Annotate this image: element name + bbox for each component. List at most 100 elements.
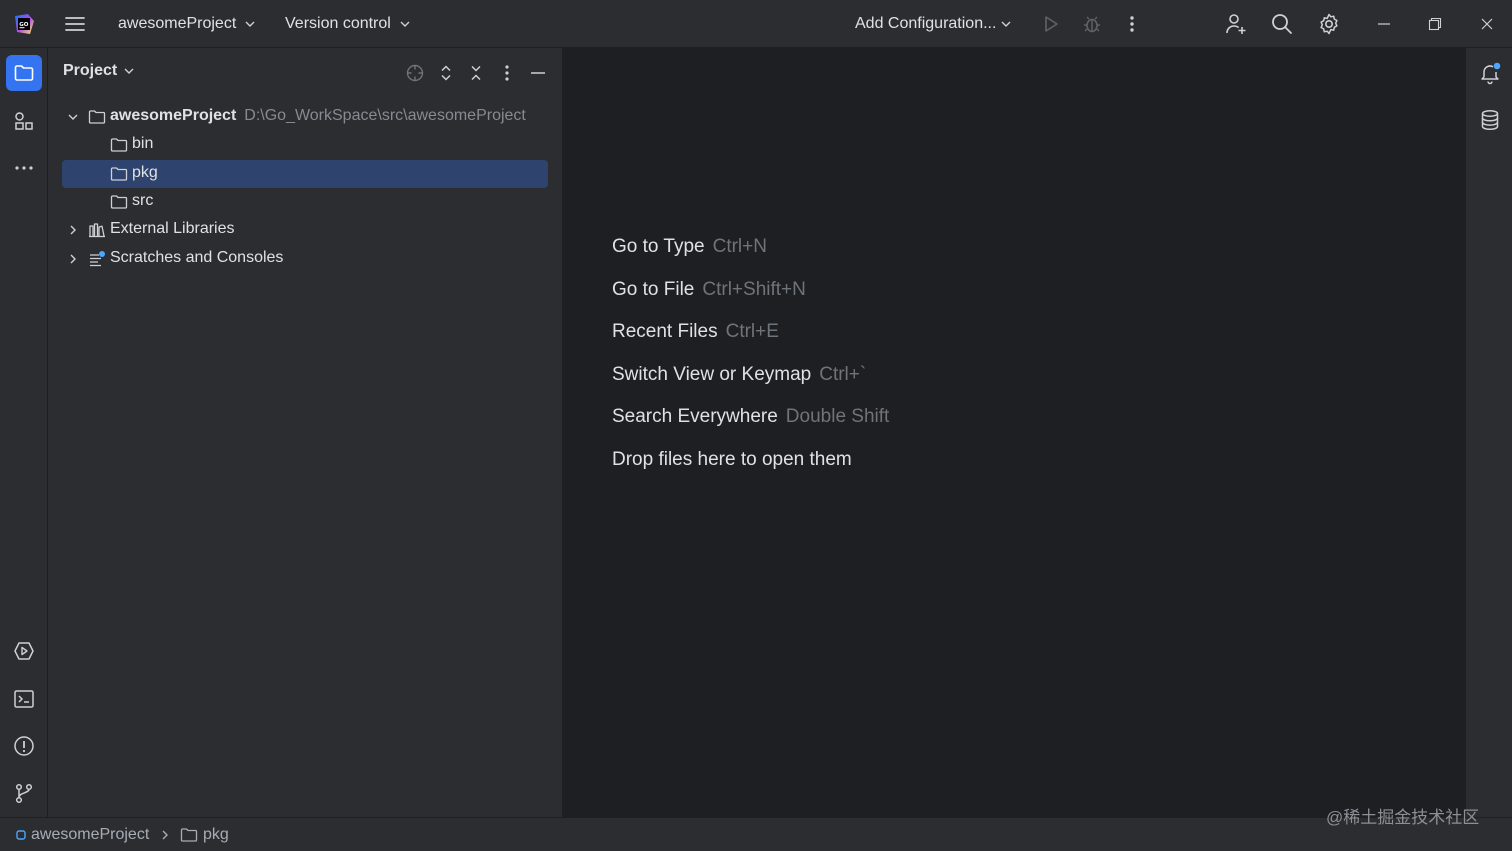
code-with-me-button[interactable] [1216, 0, 1256, 48]
hint-action: Switch View or Keymap [612, 364, 812, 385]
hint-action: Go to Type [612, 236, 705, 257]
hint-shortcut: Ctrl+` [819, 364, 867, 385]
vertical-dots-icon [505, 65, 509, 81]
notifications-button[interactable] [1472, 55, 1508, 91]
tree-row-root[interactable]: awesomeProject D:\Go_WorkSpace\src\awesom… [62, 103, 548, 131]
root-path: D:\Go_WorkSpace\src\awesomeProject [244, 107, 526, 124]
breadcrumb-label: awesomeProject [31, 826, 150, 843]
tree-row-label: External Libraries [110, 220, 235, 237]
database-button[interactable] [1472, 102, 1508, 138]
chevron-right-icon[interactable] [66, 252, 80, 266]
library-icon [89, 223, 105, 238]
chevron-down-icon[interactable] [66, 110, 80, 124]
tree-row-label: pkg [132, 164, 158, 181]
project-folder-icon [14, 65, 34, 81]
search-everywhere-button[interactable] [1262, 0, 1302, 48]
git-icon [15, 783, 33, 804]
chevron-down-icon [245, 21, 255, 27]
breadcrumb-project[interactable]: awesomeProject [16, 818, 149, 851]
hint-action: Drop files here to open them [612, 449, 852, 470]
gear-icon [1320, 13, 1338, 35]
chevron-down-icon [400, 21, 410, 27]
project-name: awesomeProject [118, 15, 237, 32]
minimize-button[interactable] [1364, 0, 1404, 48]
services-tool-button[interactable] [6, 633, 42, 669]
debug-button[interactable] [1072, 0, 1112, 48]
breadcrumb-pkg[interactable]: pkg [180, 818, 229, 851]
more-tools-button[interactable] [6, 150, 42, 186]
terminal-icon [14, 690, 34, 708]
expand-all-icon [441, 65, 451, 81]
hamburger-icon [65, 17, 85, 31]
add-user-icon [1226, 14, 1246, 34]
watermark-text: @稀土掘金技术社区 [1326, 808, 1480, 827]
bug-icon [1084, 16, 1100, 33]
module-icon [16, 830, 26, 840]
tree-row-scratches[interactable]: Scratches and Consoles [62, 245, 548, 273]
git-tool-button[interactable] [6, 775, 42, 811]
hint-shortcut: Ctrl+E [725, 321, 779, 342]
app-logo[interactable]: GO [12, 0, 36, 48]
restore-button[interactable] [1415, 0, 1455, 48]
tree-row-label: Scratches and Consoles [110, 249, 284, 266]
chevron-down-icon [1001, 21, 1011, 27]
title-bar: GO awesomeProject Version control Add Co… [0, 0, 1512, 48]
svg-text:GO: GO [19, 22, 29, 28]
tree-row-label: bin [132, 135, 154, 152]
settings-button[interactable] [1309, 0, 1349, 48]
main-menu-button[interactable] [63, 0, 87, 48]
crosshair-icon [406, 64, 424, 82]
project-tool-button[interactable] [6, 55, 42, 91]
project-tool-window: Project awesomeProject D:\Go_WorkSpace\s… [48, 48, 563, 817]
panel-title: Project [63, 62, 118, 79]
vertical-dots-icon [1130, 16, 1134, 32]
play-icon [1045, 16, 1058, 32]
structure-tool-button[interactable] [6, 103, 42, 139]
hint-search-everywhere: Search Everywhere Double Shift [612, 406, 889, 428]
hint-shortcut: Ctrl+N [712, 236, 767, 257]
search-icon [1272, 14, 1292, 34]
tree-row-label: src [132, 192, 154, 209]
problems-icon [14, 736, 34, 756]
notifications-icon [1481, 62, 1501, 85]
goland-logo-icon: GO [15, 14, 34, 34]
problems-tool-button[interactable] [6, 728, 42, 764]
collapse-all-icon [471, 65, 481, 81]
restore-icon [1428, 17, 1442, 31]
project-view-selector[interactable]: Project [63, 62, 135, 80]
folder-icon [110, 138, 128, 152]
collapse-all-button[interactable] [464, 61, 488, 85]
hint-shortcut: Ctrl+Shift+N [702, 279, 806, 300]
folder-icon [110, 195, 128, 209]
hide-panel-button[interactable] [526, 61, 550, 85]
hint-drop-files: Drop files here to open them [612, 449, 852, 471]
close-icon [1481, 18, 1493, 30]
close-window-button[interactable] [1467, 0, 1507, 48]
project-switcher[interactable]: awesomeProject [118, 0, 256, 48]
scratches-icon [90, 251, 105, 267]
panel-options-button[interactable] [495, 61, 519, 85]
more-actions-button[interactable] [1112, 0, 1152, 48]
select-opened-file-button[interactable] [403, 61, 427, 85]
tree-row-pkg[interactable]: pkg [62, 160, 548, 188]
vcs-widget[interactable]: Version control [285, 0, 411, 48]
hint-go-to-type: Go to Type Ctrl+N [612, 236, 767, 258]
tree-row-external-libraries[interactable]: External Libraries [62, 216, 548, 244]
run-configuration-selector[interactable]: Add Configuration... [855, 0, 1012, 48]
run-config-label: Add Configuration... [855, 15, 997, 32]
expand-all-button[interactable] [434, 61, 458, 85]
module-folder-icon [88, 110, 106, 124]
hint-action: Search Everywhere [612, 406, 778, 427]
hint-switch-view: Switch View or Keymap Ctrl+` [612, 364, 866, 386]
terminal-tool-button[interactable] [6, 681, 42, 717]
hint-shortcut: Double Shift [785, 406, 890, 427]
more-horizontal-icon [15, 166, 33, 170]
run-button[interactable] [1031, 0, 1071, 48]
tree-row-src[interactable]: src [62, 188, 548, 216]
hint-go-to-file: Go to File Ctrl+Shift+N [612, 279, 806, 301]
left-tool-strip [0, 48, 48, 817]
vcs-label: Version control [285, 15, 391, 32]
editor-empty-area[interactable]: Go to Type Ctrl+N Go to File Ctrl+Shift+N … [563, 48, 1465, 817]
tree-row-bin[interactable]: bin [62, 131, 548, 159]
chevron-right-icon[interactable] [66, 223, 80, 237]
